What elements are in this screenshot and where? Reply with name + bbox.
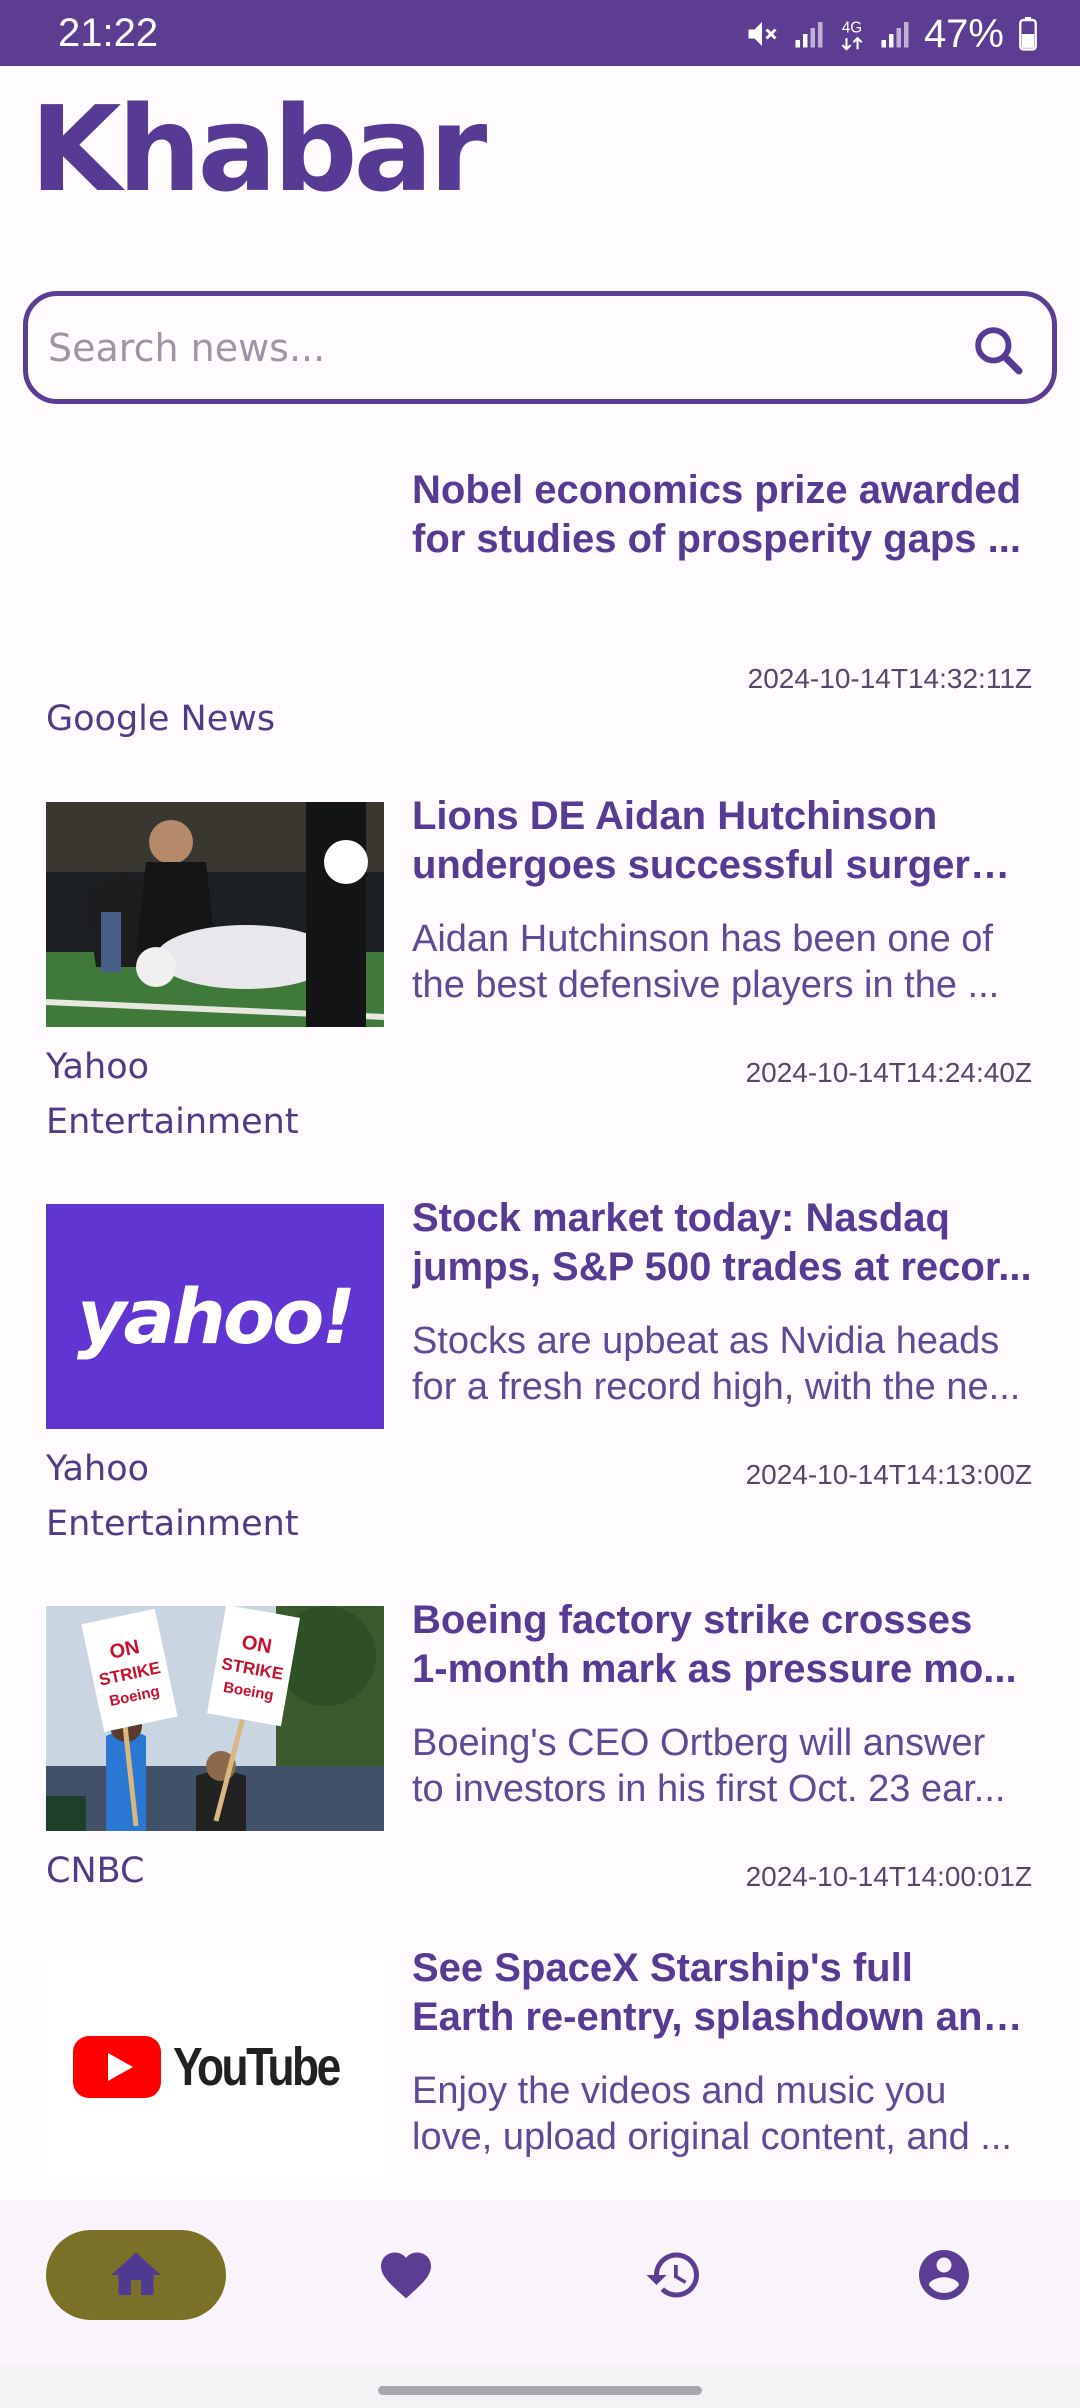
news-thumbnail bbox=[46, 802, 384, 1027]
nav-home[interactable] bbox=[46, 2230, 226, 2320]
app-title: Khabar bbox=[30, 80, 487, 218]
news-thumbnail: ON STRIKE Boeing ON STRIKE Boeing bbox=[46, 1606, 384, 1831]
search-bar[interactable] bbox=[23, 291, 1057, 404]
news-title: Lions DE Aidan Hutchinson undergoes succ… bbox=[412, 794, 1032, 887]
news-item[interactable]: yahoo! Stock market today: Nasdaq jumps,… bbox=[0, 1196, 1080, 1564]
news-date: 2024-10-14T14:32:11Z bbox=[747, 663, 1032, 694]
home-icon bbox=[111, 2252, 161, 2295]
news-date: 2024-10-14T14:13:00Z bbox=[745, 1459, 1032, 1490]
status-time: 21:22 bbox=[58, 11, 159, 55]
heart-icon bbox=[381, 2252, 431, 2299]
svg-text:4G: 4G bbox=[842, 20, 862, 37]
news-description: Boeing's CEO Ortberg will answer to inve… bbox=[412, 1722, 1006, 1810]
youtube-play-icon bbox=[73, 2035, 162, 2098]
news-source: CNBC bbox=[46, 1851, 145, 1891]
nav-history[interactable] bbox=[584, 2230, 764, 2320]
news-title: Nobel economics prize awarded for studie… bbox=[412, 468, 1022, 561]
news-item[interactable]: ON STRIKE Boeing ON STRIKE Boeing Boeing… bbox=[0, 1598, 1080, 1936]
status-bar: 21:22 4G 47% bbox=[0, 0, 1080, 66]
news-title: See SpaceX Starship's full Earth re-entr… bbox=[412, 1946, 1032, 2039]
news-description: Enjoy the videos and music you love, upl… bbox=[412, 2070, 1012, 2158]
news-title: Boeing factory strike crosses 1-month ma… bbox=[412, 1598, 1017, 1691]
battery-icon bbox=[1019, 17, 1037, 51]
search-input[interactable] bbox=[48, 318, 948, 378]
news-description: Stocks are upbeat as Nvidia heads for a … bbox=[412, 1320, 1021, 1408]
news-item[interactable]: Nobel economics prize awarded for studie… bbox=[0, 468, 1080, 746]
news-title: Stock market today: Nasdaq jumps, S&P 50… bbox=[412, 1196, 1032, 1289]
status-icons: 4G 47% bbox=[744, 12, 1038, 56]
strike-protest-photo: ON STRIKE Boeing ON STRIKE Boeing bbox=[46, 1606, 384, 1831]
news-description: Aidan Hutchinson has been one of the bes… bbox=[412, 918, 1000, 1006]
signal-icon bbox=[881, 22, 909, 48]
football-injury-photo bbox=[46, 802, 384, 1027]
news-date: 2024-10-14T14:24:40Z bbox=[745, 1057, 1032, 1088]
news-source: Yahoo Entertainment bbox=[46, 1449, 299, 1544]
news-thumbnail: YouTube bbox=[46, 1954, 384, 2179]
yahoo-logo: yahoo! bbox=[76, 1272, 356, 1361]
signal-icon bbox=[795, 22, 823, 48]
news-thumbnail: yahoo! bbox=[46, 1204, 384, 1429]
news-source: Yahoo Entertainment bbox=[46, 1047, 299, 1142]
news-date: 2024-10-14T14:00:01Z bbox=[745, 1861, 1032, 1892]
battery-percentage: 47% bbox=[923, 12, 1004, 56]
news-item[interactable]: Lions DE Aidan Hutchinson undergoes succ… bbox=[0, 794, 1080, 1162]
nav-favorites[interactable] bbox=[316, 2230, 496, 2320]
gesture-handle[interactable] bbox=[378, 2386, 702, 2395]
account-icon bbox=[919, 2250, 969, 2300]
nav-profile[interactable] bbox=[854, 2230, 1034, 2320]
news-item[interactable]: YouTube See SpaceX Starship's full Earth… bbox=[0, 1946, 1080, 2200]
youtube-logo: YouTube bbox=[173, 2036, 341, 2097]
news-source: Google News bbox=[46, 699, 276, 739]
mute-icon bbox=[748, 22, 777, 46]
bottom-navigation bbox=[0, 2200, 1080, 2366]
4g-icon: 4G bbox=[841, 20, 863, 51]
search-icon[interactable] bbox=[970, 322, 1026, 378]
history-icon bbox=[646, 2252, 699, 2298]
